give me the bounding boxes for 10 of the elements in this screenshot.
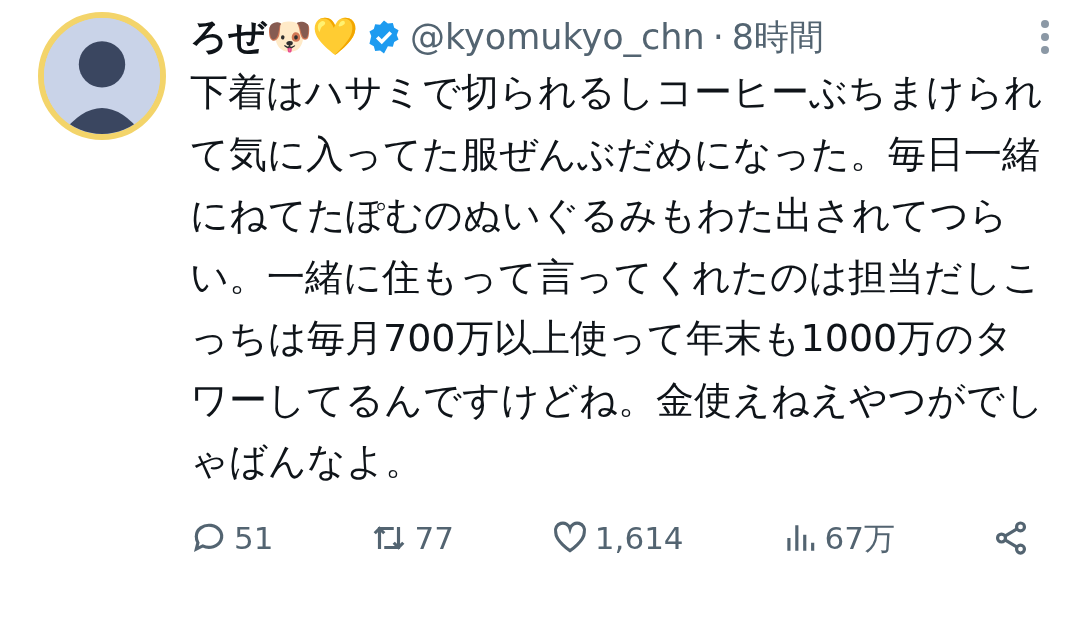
separator: · [712, 15, 724, 59]
more-options-icon[interactable] [1040, 19, 1050, 55]
tweet-text: 下着はハサミで切られるしコーヒーぶちまけられて気に入ってた服ぜんぶだめになった。毎日一緒にねてたぽむのぬいぐるみもわた出されてつらい。一緒に住もって言ってくれたのは担当だしこっちは毎月700万以上使って年末も1000万のタワーしてるんですけどね。金使えねえやつがでしゃばんなよ。 [190, 69, 1045, 485]
username[interactable]: @kyomukyo_chn [410, 10, 705, 64]
timestamp[interactable]: 8時間 [731, 10, 825, 64]
reply-button[interactable]: 51 [190, 514, 274, 561]
retweet-button[interactable]: 77 [370, 514, 454, 561]
views-button[interactable]: 67万 [780, 514, 895, 561]
like-button[interactable]: 1,614 [550, 514, 684, 561]
display-name[interactable]: ろぜ🐶💛 [190, 9, 358, 65]
